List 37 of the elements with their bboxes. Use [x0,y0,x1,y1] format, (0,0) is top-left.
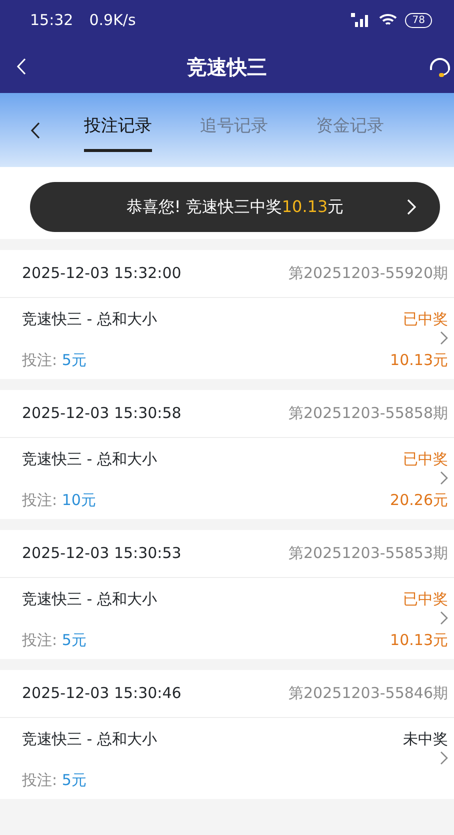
stake-amount: 10元 [62,490,96,508]
clock-time: 15:32 [30,10,74,31]
bet-time: 2025-12-03 15:32:00 [22,263,182,284]
tab[interactable]: 追号记录 [200,108,268,152]
tab[interactable]: 资金记录 [316,108,384,152]
stake-amount: 5元 [62,770,86,788]
issue-number: 第20251203-55920期 [288,263,448,284]
result-status: 已中奖 [403,309,448,330]
game-name: 竞速快三 - 总和大小 [22,589,157,610]
issue-number: 第20251203-55858期 [288,403,448,424]
prize-amount: 20.26元 [390,490,448,510]
stake-amount: 5元 [62,350,86,368]
prize-amount: 10.13元 [390,350,448,370]
game-name: 竞速快三 - 总和大小 [22,309,157,330]
bet-time: 2025-12-03 15:30:58 [22,403,182,424]
bet-time: 2025-12-03 15:30:53 [22,543,182,564]
tab[interactable]: 投注记录 [84,108,152,152]
issue-number: 第20251203-55846期 [288,683,448,704]
stake-label: 投注: [22,770,58,788]
stake-label: 投注: [22,490,58,508]
result-status: 已中奖 [403,449,448,470]
result-status: 已中奖 [403,589,448,610]
game-name: 竞速快三 - 总和大小 [22,449,157,470]
stake-label: 投注: [22,630,58,648]
stake-label: 投注: [22,350,58,368]
stake-amount: 5元 [62,630,86,648]
back-icon[interactable] [30,122,40,138]
battery-indicator: 78 [405,12,432,28]
wifi-icon [379,13,398,27]
prize-amount: 10.13元 [390,630,448,650]
toast-text: 恭喜您! 竞速快三中奖10.13元 [126,196,344,218]
network-speed: 0.9K/s [89,10,136,31]
game-name: 竞速快三 - 总和大小 [22,729,157,750]
page-title: 竞速快三 [187,54,267,80]
result-status: 未中奖 [403,729,448,750]
issue-number: 第20251203-55853期 [288,543,448,564]
bet-time: 2025-12-03 15:30:46 [22,683,182,704]
